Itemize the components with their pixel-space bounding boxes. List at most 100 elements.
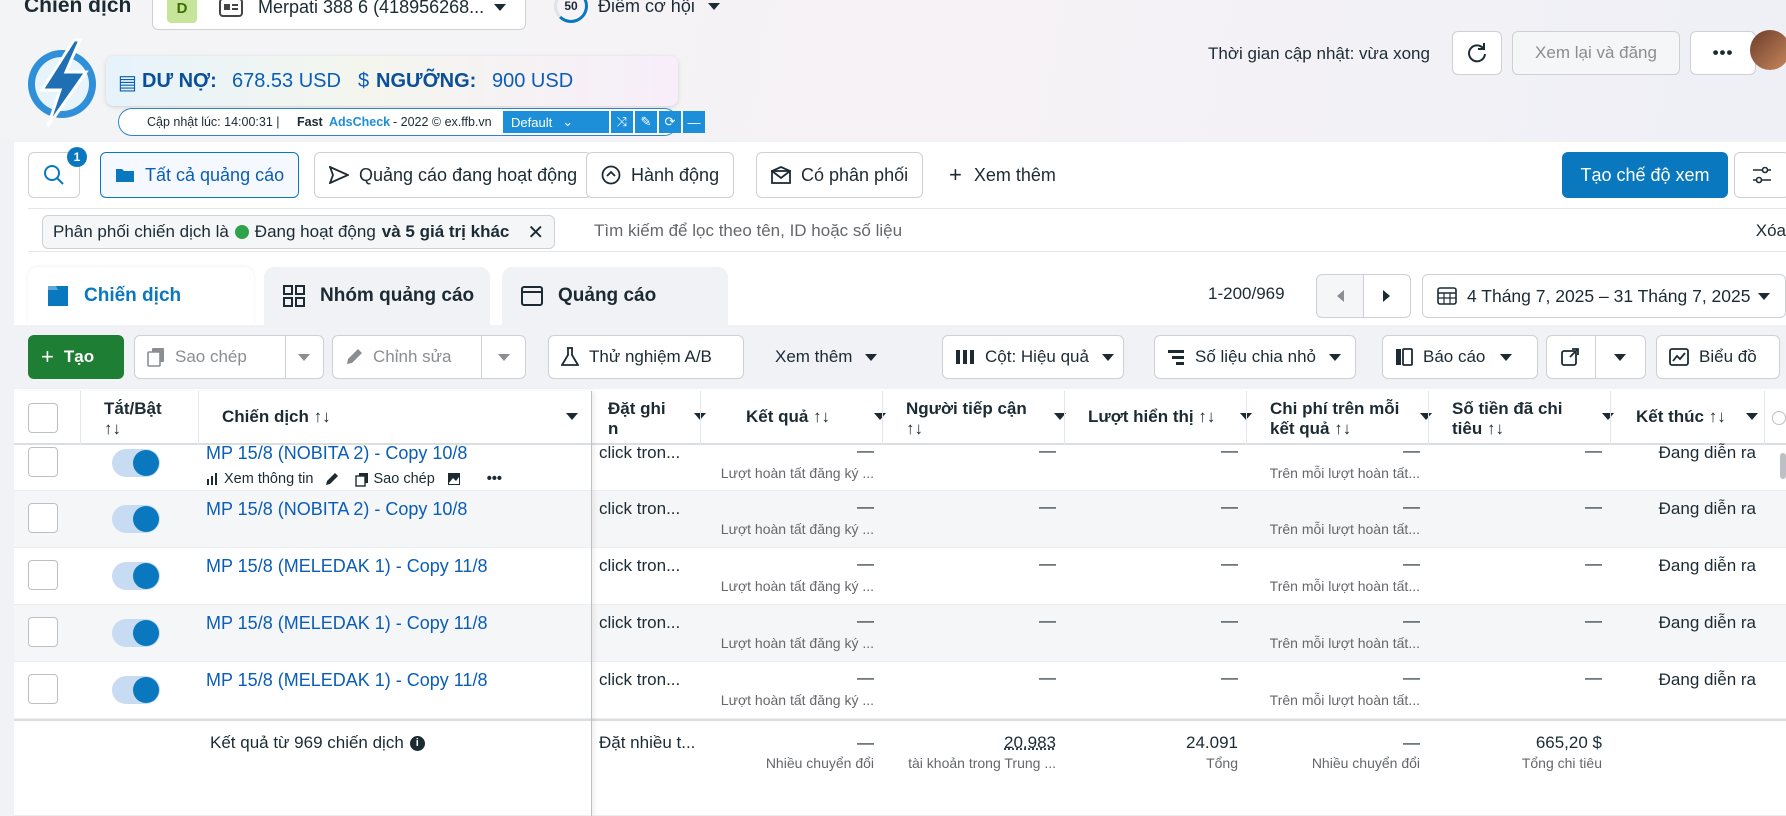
filter-prefix: Phân phối chiến dịch là	[53, 222, 229, 241]
filter-chip[interactable]: Phân phối chiến dịch là Đang hoạt động v…	[42, 215, 556, 249]
row-checkbox[interactable]	[28, 674, 58, 704]
col-campaign[interactable]: Chiến dịch ↑↓	[212, 391, 592, 445]
tab-campaigns[interactable]: Chiến dịch	[28, 267, 254, 325]
more-toolbar-button[interactable]: Xem thêm	[762, 335, 894, 379]
export-button[interactable]	[1546, 335, 1646, 379]
campaign-link[interactable]: MP 15/8 (NOBITA 2) - Copy 10/8	[206, 443, 467, 464]
info-icon[interactable]: i	[409, 735, 425, 751]
table-row[interactable]: MP 15/8 (MELEDAK 1) - Copy 11/8 click tr…	[14, 662, 1786, 719]
bid-cell: click tron...	[599, 613, 681, 632]
opportunity-score[interactable]: 50 Điểm cơ hội	[554, 0, 721, 23]
image-icon[interactable]	[447, 472, 461, 486]
select-all-checkbox[interactable]	[28, 403, 58, 433]
col-spent-label-2: tiêu ↑↓	[1452, 419, 1504, 438]
avatar[interactable]	[1750, 30, 1786, 70]
campaign-link[interactable]: MP 15/8 (NOBITA 2) - Copy 10/8	[206, 499, 467, 520]
date-range-label: 4 Tháng 7, 2025 – 31 Tháng 7, 2025	[1467, 285, 1751, 306]
tab-adsets[interactable]: Nhóm quảng cáo	[264, 267, 490, 325]
row-toggle[interactable]	[112, 619, 160, 647]
account-selector[interactable]: D Merpati 388 6 (418956268...	[152, 0, 526, 30]
ab-test-button[interactable]: Thử nghiệm A/B	[548, 335, 744, 379]
minimize-icon[interactable]: —	[683, 111, 705, 133]
shuffle-icon[interactable]: ⤨	[611, 111, 633, 133]
add-column-icon[interactable]	[1772, 411, 1786, 425]
row-duplicate-link[interactable]: Sao chép	[373, 471, 434, 487]
campaign-link[interactable]: MP 15/8 (MELEDAK 1) - Copy 11/8	[206, 670, 487, 691]
cpr-sub: Trên mỗi lượt hoàn tất...	[1269, 465, 1420, 481]
spent-cell: —	[1585, 441, 1602, 460]
prev-page-button[interactable]	[1316, 274, 1364, 318]
col-results-label: Kết quả ↑↓	[746, 407, 831, 426]
col-ends[interactable]: Kết thúc ↑↓	[1626, 391, 1766, 445]
close-icon[interactable]: ✕	[527, 220, 544, 245]
review-publish-button[interactable]: Xem lại và đăng	[1512, 31, 1680, 75]
view-charts-link[interactable]: Xem thông tin	[224, 471, 313, 487]
preset-select[interactable]: Default ⌄	[503, 111, 609, 133]
folder-icon	[46, 284, 84, 308]
next-page-button[interactable]	[1363, 274, 1411, 318]
table-row[interactable]: MP 15/8 (NOBITA 2) - Copy 10/8 click tro…	[14, 491, 1786, 548]
refresh-button[interactable]	[1452, 31, 1502, 75]
col-toggle-label: Tắt/Bật	[104, 399, 162, 418]
tab-ads[interactable]: Quảng cáo	[502, 267, 728, 325]
document-icon: ▤	[118, 72, 137, 94]
row-toggle[interactable]	[112, 562, 160, 590]
col-amount-spent[interactable]: Số tiền đã chi tiêu ↑↓	[1442, 391, 1622, 445]
row-checkbox[interactable]	[28, 447, 58, 477]
campaign-link[interactable]: MP 15/8 (MELEDAK 1) - Copy 11/8	[206, 556, 487, 577]
reports-icon	[1395, 348, 1423, 366]
view-all-ads[interactable]: Tất cả quảng cáo	[100, 152, 300, 198]
columns-button[interactable]: Cột: Hiệu quả	[942, 335, 1124, 379]
view-see-more[interactable]: + Xem thêm	[934, 152, 1071, 198]
result-sub: Lượt hoàn tất đăng ký ...	[720, 521, 874, 537]
row-checkbox[interactable]	[28, 503, 58, 533]
breakdown-button[interactable]: Số liệu chia nhỏ	[1154, 335, 1356, 379]
result-cell: —	[857, 554, 874, 573]
table-row[interactable]: MP 15/8 (NOBITA 2) - Copy 10/8 Xem thông…	[14, 441, 1786, 491]
campaign-link[interactable]: MP 15/8 (MELEDAK 1) - Copy 11/8	[206, 613, 487, 634]
plus-icon: +	[41, 344, 54, 369]
row-toggle[interactable]	[112, 449, 160, 477]
filter-search-input[interactable]: Tìm kiếm để lọc theo tên, ID hoặc số liệ…	[594, 221, 902, 241]
row-checkbox[interactable]	[28, 617, 58, 647]
search-button[interactable]: 1	[28, 147, 87, 198]
totals-reach[interactable]: 20.983	[894, 733, 1056, 753]
tab-ads-label: Quảng cáo	[558, 285, 657, 306]
col-toggle[interactable]: Tắt/Bật ↑↓	[94, 391, 192, 445]
view-active-ads-label: Quảng cáo đang hoạt động	[359, 164, 578, 185]
edit-icon[interactable]: ✎	[635, 111, 657, 133]
cpr-cell: —	[1403, 668, 1420, 687]
date-range-picker[interactable]: 4 Tháng 7, 2025 – 31 Tháng 7, 2025	[1422, 274, 1786, 318]
col-impressions[interactable]: Lượt hiển thị ↑↓	[1078, 391, 1260, 445]
col-reach[interactable]: Người tiếp cận ↑↓	[896, 391, 1074, 445]
create-view-button[interactable]: Tạo chế độ xem	[1562, 152, 1728, 198]
charts-button[interactable]: Biểu đồ	[1656, 335, 1780, 379]
reports-button[interactable]: Báo cáo	[1382, 335, 1538, 379]
edit-button[interactable]: Chỉnh sửa	[332, 335, 526, 379]
row-toggle[interactable]	[112, 505, 160, 533]
vertical-scrollbar[interactable]	[1780, 453, 1786, 479]
table-row[interactable]: MP 15/8 (MELEDAK 1) - Copy 11/8 click tr…	[14, 548, 1786, 605]
view-actions-label: Hành động	[631, 164, 720, 185]
view-settings-button[interactable]	[1734, 152, 1786, 198]
create-button[interactable]: + Tạo	[28, 335, 124, 379]
threshold-label: NGƯỠNG:	[376, 70, 477, 92]
duplicate-button[interactable]: Sao chép	[134, 335, 324, 379]
view-actions[interactable]: Hành động	[586, 152, 735, 198]
row-checkbox[interactable]	[28, 560, 58, 590]
row-toggle[interactable]	[112, 676, 160, 704]
clear-filters-button[interactable]: Xóa	[1756, 221, 1786, 241]
view-active-ads[interactable]: Quảng cáo đang hoạt động	[314, 152, 593, 198]
row-more-button[interactable]: •••	[487, 471, 502, 487]
table-row[interactable]: MP 15/8 (MELEDAK 1) - Copy 11/8 click tr…	[14, 605, 1786, 662]
col-results[interactable]: Kết quả ↑↓	[726, 391, 894, 445]
col-bid[interactable]: Đặt ghi n	[598, 391, 714, 445]
result-sub: Lượt hoàn tất đăng ký ...	[720, 692, 874, 708]
spent-cell: —	[1585, 611, 1602, 630]
col-cost-per-result[interactable]: Chi phí trên mỗi kết quả ↑↓	[1260, 391, 1440, 445]
view-delivering[interactable]: Có phân phối	[756, 152, 924, 198]
more-button[interactable]: •••	[1690, 31, 1756, 75]
sync-icon[interactable]: ⟳	[659, 111, 681, 133]
pencil-icon[interactable]	[325, 472, 339, 486]
totals-label: Kết quả từ 969 chiến dịch	[210, 733, 404, 752]
